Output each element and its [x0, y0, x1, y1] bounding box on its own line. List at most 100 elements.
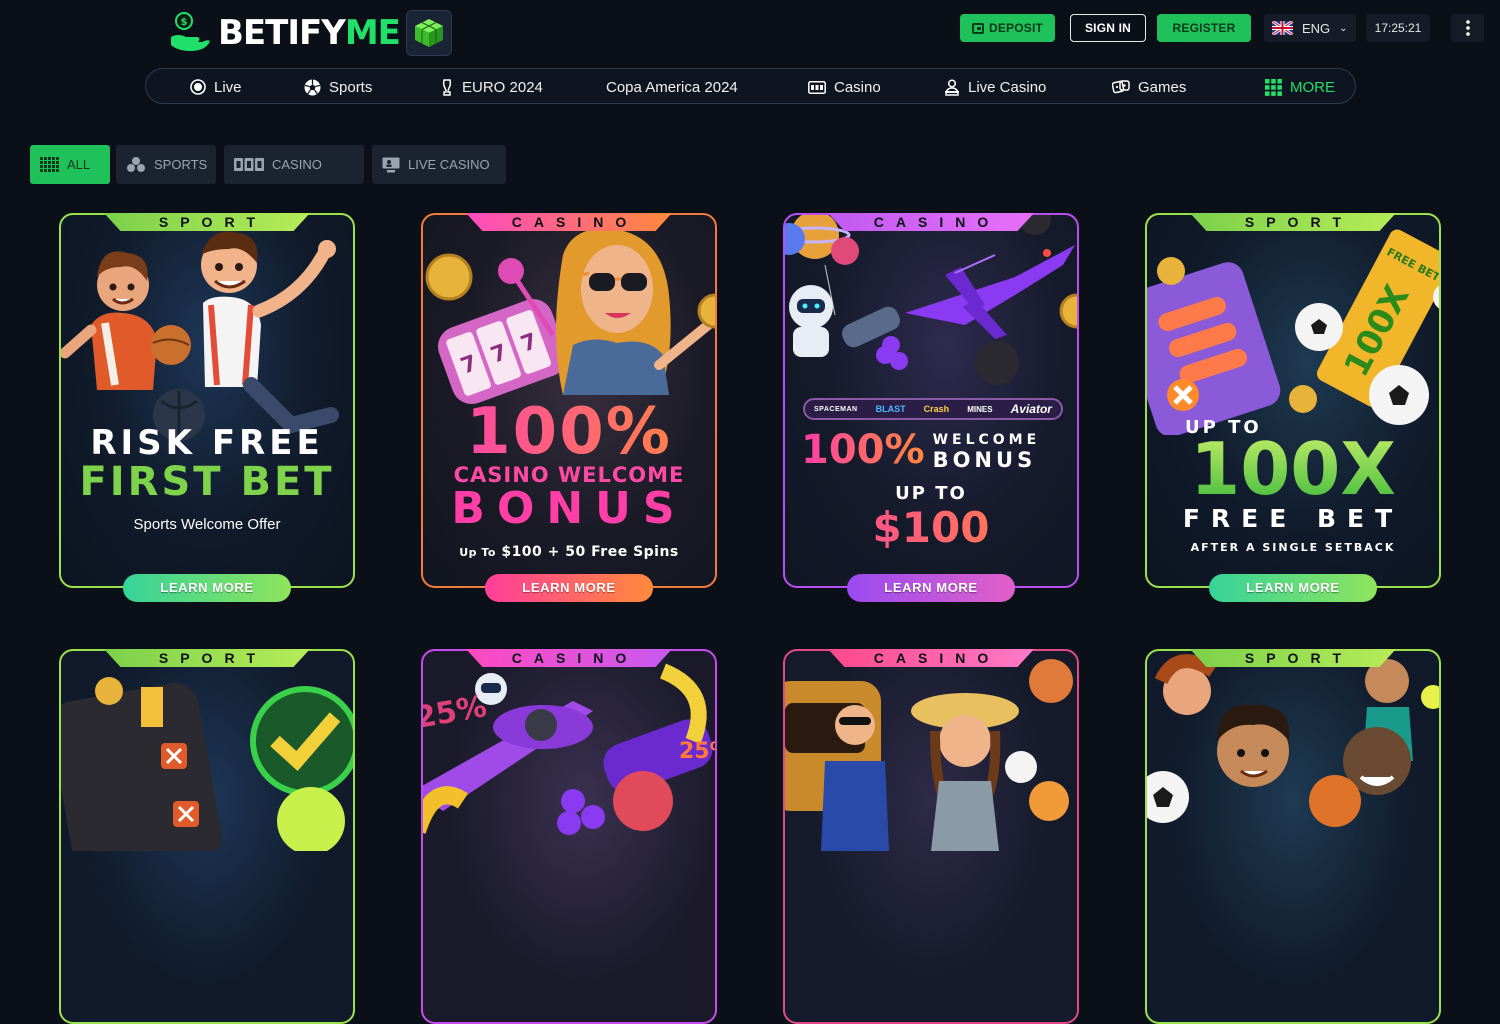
promo-welcome-label: WELCOME [932, 432, 1041, 448]
deposit-label: DEPOSIT [988, 21, 1044, 35]
nav-games[interactable]: Games [1112, 69, 1186, 105]
filter-live-casino[interactable]: LIVE CASINO [372, 145, 506, 184]
sign-in-button[interactable]: SIGN IN [1070, 14, 1146, 42]
game-logo-spaceman: SPACEMAN [814, 405, 858, 413]
athletes-illustration [61, 231, 339, 441]
live-dot-icon [190, 79, 206, 95]
nav-live[interactable]: Live [190, 69, 242, 105]
promo-title-line2: FIRST BET [79, 459, 335, 505]
nav-euro-2024[interactable]: EURO 2024 [440, 69, 543, 105]
language-selector[interactable]: ENG ⌄ [1264, 14, 1356, 42]
promo-card-casino-3[interactable]: CASINO [783, 649, 1079, 1024]
nav-games-label: Games [1138, 78, 1187, 96]
promo-card-risk-free[interactable]: RISK FREE FIRST BET Sports Welcome Offer… [59, 213, 355, 602]
promo-card-free-bet[interactable]: FREE BET 100X UP TO 100X FREE BET AFTER … [1145, 213, 1441, 602]
language-label: ENG [1302, 20, 1331, 36]
nav-euro-label: EURO 2024 [462, 78, 543, 96]
promo-title-line2: BONUS [451, 483, 687, 534]
nav-live-label: Live [214, 78, 242, 96]
nav-live-casino[interactable]: Live Casino [944, 69, 1046, 105]
clock: 17:25:21 [1366, 14, 1430, 42]
hand-coin-icon: $ [168, 11, 212, 55]
promo-title-line1: FREE BET [1182, 504, 1404, 533]
promo-upto-label: UP TO [895, 483, 967, 504]
promo-category-tag: CASINO [466, 213, 672, 231]
learn-more-button[interactable]: LEARN MORE [485, 574, 653, 602]
promo-multiplier: 100X [1147, 427, 1439, 511]
balls-icon [127, 157, 145, 172]
learn-more-button[interactable]: LEARN MORE [123, 574, 291, 602]
logo-wordmark: BETIFYME [218, 13, 401, 53]
game-logo-aviator: Aviator [1010, 402, 1052, 416]
nav-more[interactable]: MORE [1265, 69, 1335, 105]
nav-casino-label: Casino [834, 78, 881, 96]
trophy-icon [442, 78, 452, 96]
filter-all-label: ALL [67, 157, 91, 172]
site-logo[interactable]: $ BETIFYME [168, 8, 452, 58]
dealer-icon [945, 78, 959, 96]
percent-badge-right: 25% [679, 739, 715, 764]
game-logo-crash: Crash [923, 404, 950, 414]
promo-card-crash-games[interactable]: SPACEMAN BLAST Crash MINES Aviator 100% … [783, 213, 1079, 602]
promo-category-tag: SPORT [1190, 213, 1396, 231]
free-bet-illustration: FREE BET 100X [1147, 229, 1439, 435]
casino-characters-illustration [785, 659, 1073, 851]
main-nav: Live Sports EURO 2024 Copa America 2024 … [145, 68, 1356, 104]
promo-small-print: $100 + 50 Free Spins [501, 544, 679, 560]
slot-reels-icon [234, 158, 264, 171]
learn-more-button[interactable]: LEARN MORE [1209, 574, 1377, 602]
promo-category-tag: CASINO [828, 213, 1034, 231]
promo-category-tag: CASINO [466, 649, 672, 667]
promo-title-line2: AFTER A SINGLE SETBACK [1190, 541, 1396, 554]
dice-icon [1112, 80, 1130, 94]
betslip-illustration [61, 677, 353, 851]
sport-characters-illustration [1147, 654, 1439, 827]
promo-amount: $100 [785, 503, 1077, 552]
sign-in-label: SIGN IN [1084, 21, 1132, 35]
deposit-button[interactable]: DEPOSIT [960, 14, 1055, 42]
monitor-icon [382, 157, 400, 172]
promo-bonus-label: BONUS [932, 448, 1037, 472]
promo-category-tag: SPORT [104, 649, 310, 667]
slot-icon [808, 80, 826, 94]
wallet-icon [971, 22, 984, 34]
promo-card-casino-welcome[interactable]: 7 7 7 100% CASINO WELCOME BONUS Up To $1… [421, 213, 717, 602]
register-button[interactable]: REGISTER [1157, 14, 1251, 42]
plane-cannon-illustration [423, 663, 713, 835]
grid-icon [40, 157, 59, 172]
filter-casino-label: CASINO [272, 157, 322, 172]
nav-casino[interactable]: Casino [808, 69, 881, 105]
promo-headline: 100% WELCOME BONUS [801, 427, 1040, 473]
nav-sports[interactable]: Sports [304, 69, 372, 105]
promo-title-line1: RISK FREE [90, 423, 324, 463]
filter-all[interactable]: ALL [30, 145, 110, 184]
filter-casino[interactable]: CASINO [224, 145, 364, 184]
promo-category-tag: SPORT [104, 213, 310, 231]
filter-sports[interactable]: SPORTS [116, 145, 216, 184]
crash-games-illustration [785, 215, 1077, 385]
nav-copa-america[interactable]: Copa America 2024 [606, 69, 738, 105]
uk-flag-icon [1272, 21, 1293, 35]
svg-text:$: $ [181, 17, 188, 28]
ball-icon [304, 79, 321, 95]
cube-icon [405, 10, 452, 56]
promo-category-tag: CASINO [828, 649, 1034, 667]
filter-sports-label: SPORTS [154, 157, 208, 172]
game-logo-blast: BLAST [875, 404, 906, 414]
promo-percentage: 100% [801, 427, 925, 473]
promo-card-sport-2[interactable]: SPORT [59, 649, 355, 1024]
grid-icon [1265, 78, 1282, 96]
nav-live-casino-label: Live Casino [968, 78, 1047, 96]
promo-card-casino-2[interactable]: 25% 25% CASINO [421, 649, 717, 1024]
filter-live-casino-label: LIVE CASINO [408, 157, 490, 172]
kebab-icon [1465, 20, 1470, 36]
register-label: REGISTER [1172, 21, 1236, 35]
promo-upto-label: Up To [459, 546, 496, 559]
nav-copa-label: Copa America 2024 [606, 78, 738, 96]
nav-sports-label: Sports [329, 78, 373, 96]
learn-more-button[interactable]: LEARN MORE [847, 574, 1015, 602]
promo-subtitle: Sports Welcome Offer [133, 516, 281, 533]
promo-category-tag: SPORT [1190, 649, 1396, 667]
more-menu-button[interactable] [1451, 14, 1484, 42]
promo-card-sport-3[interactable]: SPORT [1145, 649, 1441, 1024]
